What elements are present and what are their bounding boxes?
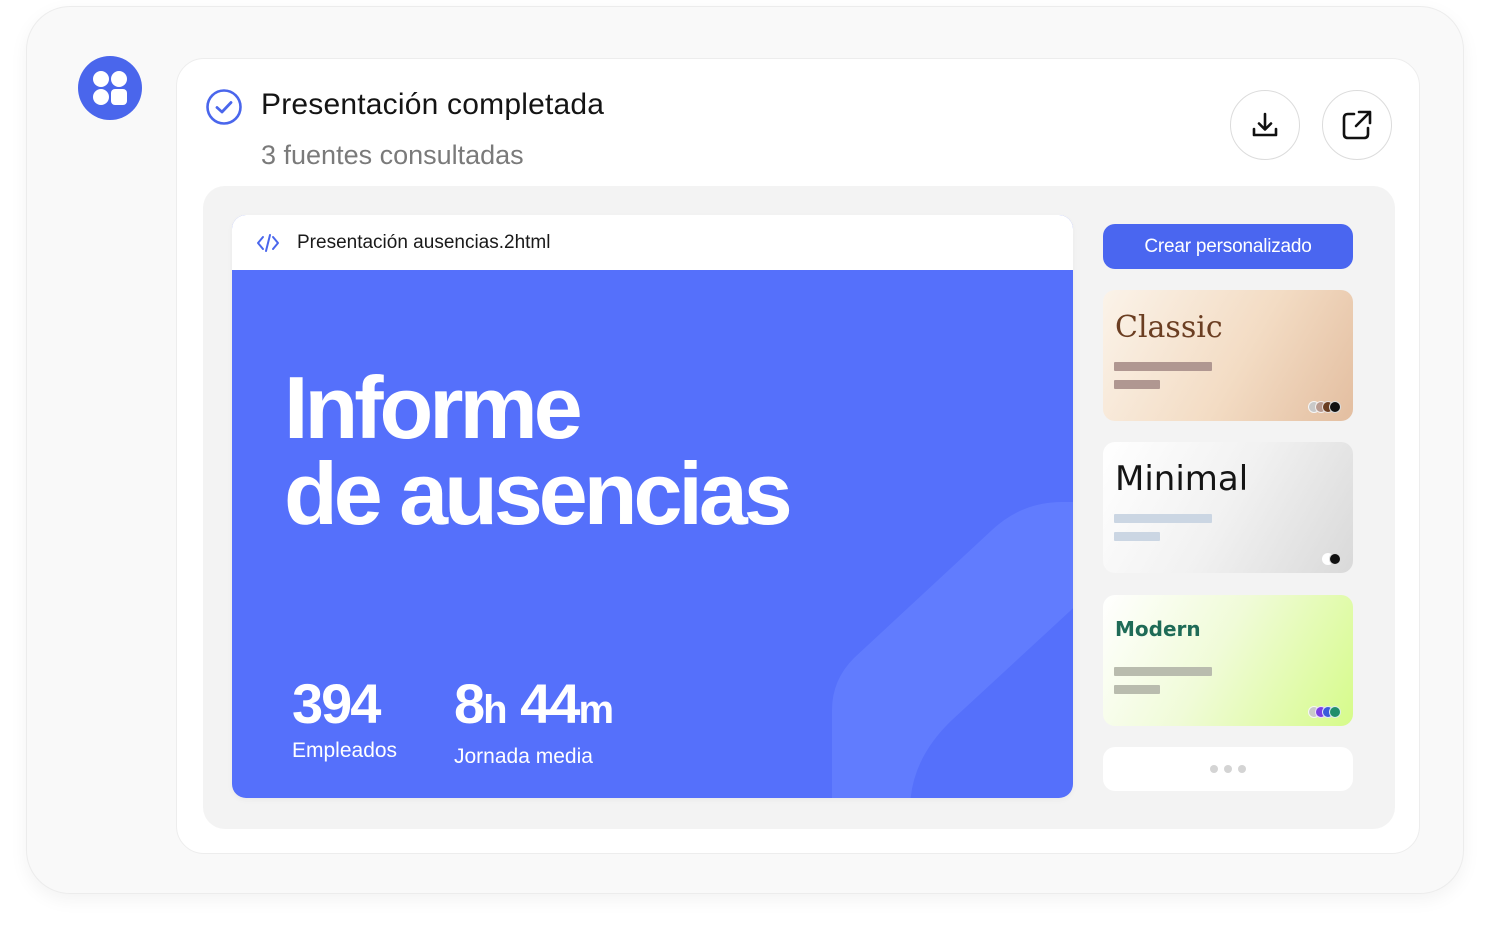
- more-themes-button[interactable]: [1103, 747, 1353, 791]
- color-swatch: [1329, 706, 1341, 718]
- stat-value: 8h 44m: [454, 672, 614, 741]
- ellipsis-icon: [1210, 765, 1218, 773]
- check-circle-icon: [206, 89, 242, 125]
- open-external-button[interactable]: [1322, 90, 1392, 160]
- stat-employees: 394 Empleados: [292, 673, 397, 763]
- app-grid-logo-icon: [78, 56, 142, 120]
- ellipsis-icon: [1224, 765, 1232, 773]
- decorative-shape: [832, 502, 1073, 798]
- placeholder-line: [1114, 514, 1212, 523]
- download-button[interactable]: [1230, 90, 1300, 160]
- theme-card-classic[interactable]: Classic: [1103, 290, 1353, 421]
- ellipsis-icon: [1238, 765, 1246, 773]
- external-link-icon: [1342, 110, 1372, 140]
- theme-name: Minimal: [1115, 459, 1249, 499]
- page-title: Presentación completada: [261, 88, 605, 121]
- theme-card-modern[interactable]: Modern: [1103, 595, 1353, 726]
- stat-workday: 8h 44m Jornada media: [454, 672, 614, 769]
- slide-heading-line: de ausencias: [284, 444, 793, 543]
- placeholder-line: [1114, 532, 1160, 541]
- stat-label: Empleados: [292, 739, 398, 762]
- theme-name: Modern: [1115, 617, 1201, 641]
- placeholder-line: [1114, 667, 1212, 676]
- stat-minutes-unit: m: [578, 688, 614, 732]
- file-name: Presentación ausencias.2html: [297, 232, 551, 253]
- color-swatch: [1329, 401, 1341, 413]
- placeholder-line: [1114, 380, 1160, 389]
- sources-count: 3 fuentes consultadas: [261, 140, 524, 170]
- stat-hours: 8: [454, 672, 485, 735]
- slide-heading: Informe de ausencias: [284, 358, 793, 543]
- placeholder-line: [1114, 362, 1212, 371]
- slide-heading-line: Informe: [284, 358, 583, 457]
- code-icon: [257, 234, 279, 252]
- placeholder-line: [1114, 685, 1160, 694]
- stat-hours-unit: h: [483, 688, 507, 732]
- color-swatches: [1308, 706, 1341, 718]
- stat-minutes: 44: [520, 672, 580, 735]
- file-header: Presentación ausencias.2html: [232, 215, 1073, 270]
- theme-card-minimal[interactable]: Minimal: [1103, 442, 1353, 573]
- stat-label: Jornada media: [454, 745, 593, 768]
- theme-name: Classic: [1115, 310, 1223, 345]
- stat-value: 394: [292, 672, 381, 735]
- slide-preview[interactable]: Presentación ausencias.2html Informe de …: [232, 215, 1073, 798]
- color-swatches: [1322, 553, 1341, 565]
- color-swatch: [1329, 553, 1341, 565]
- color-swatches: [1308, 401, 1341, 413]
- download-icon: [1252, 112, 1278, 137]
- create-custom-button[interactable]: Crear personalizado: [1103, 224, 1353, 269]
